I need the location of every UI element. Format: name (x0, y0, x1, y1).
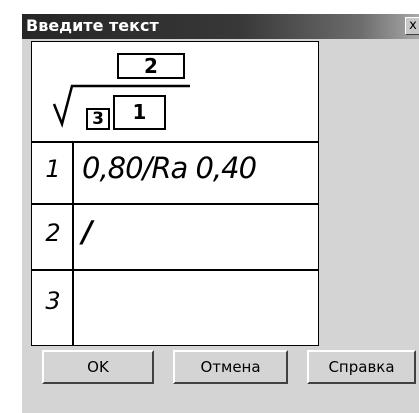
symbol-field-1-value: 1 (132, 100, 147, 124)
title-bar[interactable]: Введите текст x (22, 14, 419, 39)
symbol-field-3[interactable]: 3 (86, 108, 110, 130)
text-table: 2 3 1 1 0,80/Ra 0,40 2 / 3 (31, 41, 319, 346)
roughness-symbol-preview: 2 3 1 (32, 42, 232, 142)
symbol-field-1[interactable]: 1 (113, 95, 166, 130)
row-text-value[interactable]: 0,80/Ra 0,40 (82, 151, 257, 185)
help-button[interactable]: Справка (307, 350, 416, 384)
row-text-value[interactable]: / (82, 215, 93, 249)
row-number: 1 (45, 155, 61, 183)
symbol-field-3-value: 3 (92, 109, 104, 129)
symbol-field-2[interactable]: 2 (117, 53, 185, 79)
row-number: 3 (45, 287, 61, 315)
close-button[interactable]: x (405, 17, 419, 35)
table-row[interactable]: 1 0,80/Ra 0,40 (32, 143, 318, 203)
table-row[interactable]: 3 (32, 271, 318, 345)
dialog-title: Введите текст (26, 16, 159, 35)
close-icon: x (409, 18, 417, 33)
symbol-field-2-value: 2 (144, 54, 158, 78)
enter-text-dialog: Введите текст x 2 3 1 1 0,80/Ra 0,40 2 /… (22, 14, 419, 413)
cancel-button[interactable]: Отмена (173, 350, 288, 384)
table-row[interactable]: 2 / (32, 205, 318, 269)
ok-button[interactable]: OK (42, 350, 154, 384)
row-number: 2 (45, 219, 61, 247)
